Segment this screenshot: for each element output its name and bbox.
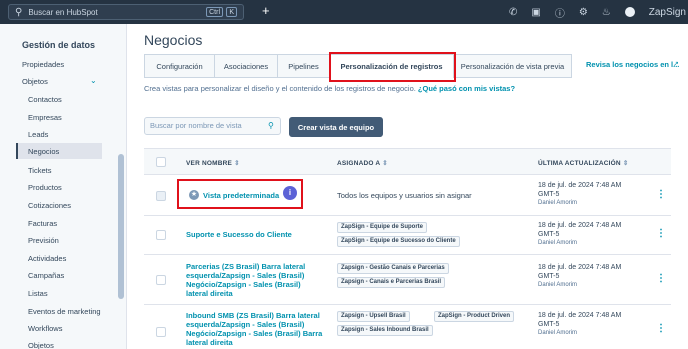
- sidebar-item-products[interactable]: Productos: [28, 183, 62, 192]
- sidebar-item-tickets[interactable]: Tickets: [28, 166, 51, 175]
- view-name-link[interactable]: Parcerias (ZS Brasil) Barra lateral esqu…: [186, 262, 334, 298]
- last-updated: 18 de jul. de 2024 7:48 AM GMT-5 Daniel …: [538, 222, 622, 246]
- sidebar-item-objects[interactable]: Objetos: [22, 77, 48, 86]
- team-tag: Zapsign - Upsell Brasil: [337, 311, 410, 322]
- page-description: Crea vistas para personalizar el diseño …: [144, 84, 515, 93]
- sidebar-item-leads[interactable]: Leads: [28, 130, 48, 139]
- description-text: Crea vistas para personalizar el diseño …: [144, 84, 416, 93]
- select-all-checkbox[interactable]: [156, 157, 166, 167]
- sidebar-item-deals[interactable]: Negocios: [28, 147, 59, 156]
- row-actions-icon[interactable]: ⋮: [656, 228, 666, 239]
- row-actions-icon[interactable]: ⋮: [656, 273, 666, 284]
- help-icon[interactable]: ⓘ: [555, 5, 565, 20]
- sidebar-scrollbar[interactable]: [118, 154, 124, 299]
- global-search-input[interactable]: ⚲ Buscar en HubSpot Ctrl K: [8, 4, 244, 20]
- column-header-name[interactable]: VER NOMBRE ⇕: [186, 159, 240, 167]
- table-row: Parcerias (ZS Brasil) Barra lateral esqu…: [144, 255, 671, 305]
- search-icon: ⚲: [15, 6, 23, 18]
- row-checkbox[interactable]: [156, 230, 166, 240]
- tab-preview-customization[interactable]: Personalización de vista previa: [453, 54, 572, 78]
- row-checkbox[interactable]: [156, 327, 166, 337]
- team-tag: Zapsign - Sales Inbound Brasil: [337, 325, 433, 336]
- gear-icon[interactable]: ⚙: [579, 7, 588, 18]
- table-row: Inbound SMB (ZS Brasil) Barra lateral es…: [144, 305, 671, 349]
- row-actions-icon[interactable]: ⋮: [656, 189, 666, 200]
- sidebar-item-lists[interactable]: Listas: [28, 289, 48, 298]
- team-tag: ZapSign - Equipe de Suporte: [337, 222, 428, 233]
- shortcut-ctrl-key: Ctrl: [206, 7, 223, 17]
- bell-icon[interactable]: ♨: [602, 7, 611, 18]
- account-name[interactable]: ZapSign: [649, 7, 686, 18]
- sort-icon: ⇕: [382, 160, 388, 167]
- last-updated: 18 de jul. de 2024 7:48 AM GMT-5 Daniel …: [538, 312, 622, 336]
- sidebar-item-marketing-events[interactable]: Eventos de marketing: [28, 307, 101, 316]
- shortcut-k-key: K: [226, 7, 237, 17]
- review-deals-link[interactable]: Revisa los negocios en l...: [586, 60, 679, 69]
- tab-pipelines[interactable]: Pipelines: [277, 54, 330, 78]
- what-happened-link[interactable]: ¿Qué pasó con mis vistas?: [418, 84, 515, 93]
- team-tag: ZapSign - Equipe de Sucesso do Cliente: [337, 236, 460, 247]
- sidebar-item-companies[interactable]: Empresas: [28, 113, 62, 122]
- tab-highlight-box: [329, 52, 456, 82]
- tab-associations[interactable]: Asociaciones: [214, 54, 278, 78]
- last-updated: 18 de jul. de 2024 7:48 AM GMT-5 Daniel …: [538, 182, 622, 206]
- sidebar-item-objects-more[interactable]: Objetos: [28, 341, 54, 349]
- tab-configuration[interactable]: Configuración: [144, 54, 215, 78]
- last-updated: 18 de jul. de 2024 7:48 AM GMT-5 Daniel …: [538, 264, 622, 288]
- top-navigation-bar: ⚲ Buscar en HubSpot Ctrl K + ✆ ▣ ⓘ ⚙ ♨ Z…: [0, 0, 688, 24]
- settings-sidebar: Gestión de datos Propiedades Objetos ⌄ C…: [0, 24, 127, 349]
- column-header-updated[interactable]: ÚLTIMA ACTUALIZACIÓN ⇕: [538, 159, 629, 167]
- external-link-icon[interactable]: ↗: [673, 60, 679, 68]
- column-header-assigned[interactable]: ASIGNADO A ⇕: [337, 159, 388, 167]
- row-checkbox[interactable]: [156, 191, 166, 201]
- views-table: VER NOMBRE ⇕ ASIGNADO A ⇕ ÚLTIMA ACTUALIZA…: [144, 148, 671, 349]
- sidebar-item-contacts[interactable]: Contactos: [28, 95, 62, 104]
- sort-icon: ⇕: [234, 160, 240, 167]
- row-actions-icon[interactable]: ⋮: [656, 323, 666, 334]
- view-name-link[interactable]: Inbound SMB (ZS Brasil) Barra lateral es…: [186, 311, 334, 347]
- table-row: ★ Vista predeterminada i Todos los equip…: [144, 176, 671, 216]
- plus-icon[interactable]: +: [262, 3, 270, 18]
- sidebar-item-properties[interactable]: Propiedades: [22, 60, 64, 69]
- sidebar-item-forecast[interactable]: Previsión: [28, 236, 59, 245]
- sidebar-item-activities[interactable]: Actividades: [28, 254, 66, 263]
- row-highlight-box: [177, 179, 303, 209]
- avatar[interactable]: [624, 7, 635, 17]
- assigned-text: Todos los equipos y usuarios sin asignar: [337, 191, 472, 200]
- phone-icon[interactable]: ✆: [509, 7, 517, 18]
- row-checkbox[interactable]: [156, 275, 166, 285]
- top-right-icons: ✆ ▣ ⓘ ⚙ ♨ ZapSign: [509, 0, 688, 24]
- sidebar-item-invoices[interactable]: Facturas: [28, 219, 57, 228]
- team-tag: Zapsign - Canais e Parcerias Brasil: [337, 277, 446, 288]
- create-team-view-button[interactable]: Crear vista de equipo: [289, 117, 383, 137]
- sidebar-section-title: Gestión de datos: [22, 40, 96, 50]
- team-tag: ZapSign - Product Driven: [434, 311, 515, 322]
- team-tag: Zapsign - Gestão Canais e Parcerias: [337, 263, 449, 274]
- sidebar-item-workflows[interactable]: Workflows: [28, 324, 62, 333]
- search-icon[interactable]: ⚲: [268, 121, 274, 130]
- table-header: VER NOMBRE ⇕ ASIGNADO A ⇕ ÚLTIMA ACTUALIZA…: [144, 149, 671, 175]
- page-title: Negocios: [144, 32, 203, 48]
- main-content: Negocios Configuración Asociaciones Pipe…: [128, 24, 688, 349]
- sidebar-item-quotes[interactable]: Cotizaciones: [28, 201, 71, 210]
- sidebar-item-campaigns[interactable]: Campañas: [28, 271, 64, 280]
- sort-icon: ⇕: [622, 160, 629, 167]
- global-search-placeholder: Buscar en HubSpot: [28, 7, 98, 17]
- chevron-down-icon[interactable]: ⌄: [90, 76, 97, 85]
- marketplace-icon[interactable]: ▣: [531, 7, 540, 18]
- view-search-input[interactable]: Buscar por nombre de vista: [144, 117, 281, 135]
- view-name-link[interactable]: Suporte e Sucesso do Cliente: [186, 230, 326, 239]
- table-row: Suporte e Sucesso do Cliente ZapSign - E…: [144, 216, 671, 255]
